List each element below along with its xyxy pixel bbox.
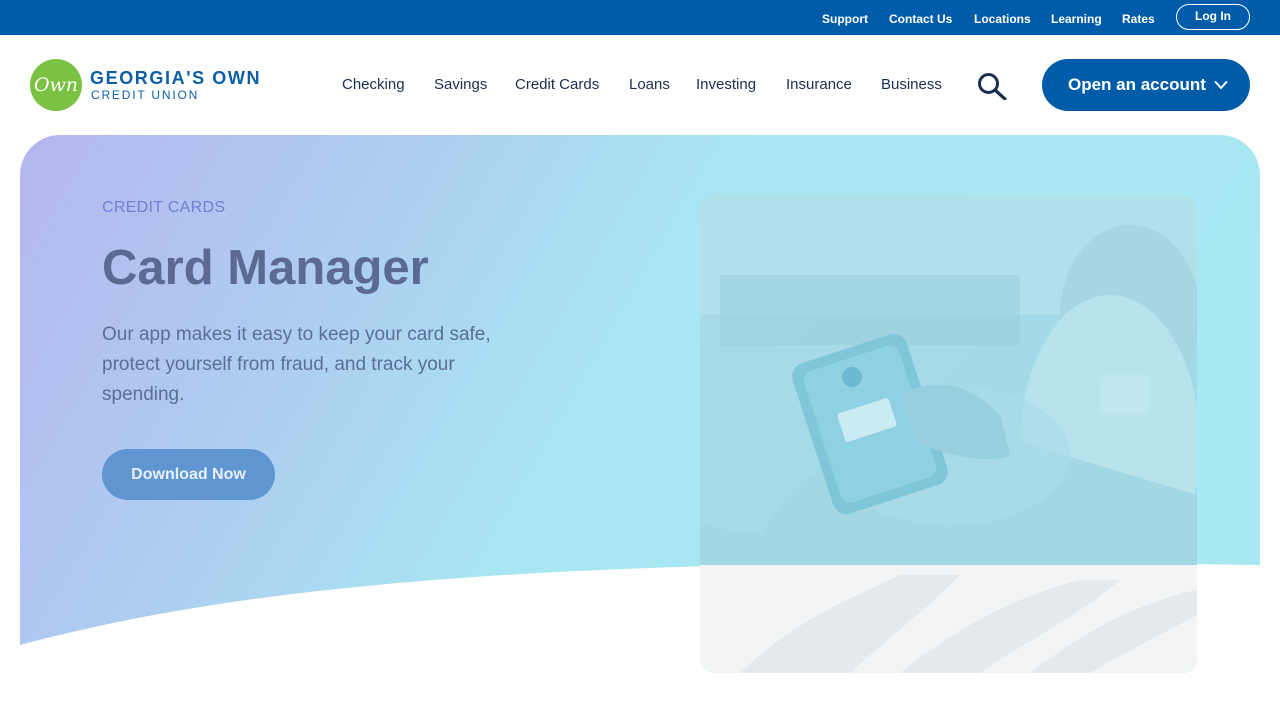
login-button[interactable]: Log In xyxy=(1176,4,1250,30)
open-account-label: Open an account xyxy=(1068,75,1206,94)
logo-badge: Own xyxy=(30,59,82,111)
utility-link-learning[interactable]: Learning xyxy=(1051,12,1102,26)
hero-photo xyxy=(700,195,1197,673)
logo-badge-text: Own xyxy=(33,74,79,96)
chevron-down-icon xyxy=(1214,81,1228,89)
nav-item-credit-cards[interactable]: Credit Cards xyxy=(515,76,599,93)
page-title: Card Manager xyxy=(102,241,429,295)
nav-item-loans[interactable]: Loans xyxy=(629,76,670,93)
nav-item-checking[interactable]: Checking xyxy=(342,76,405,93)
logo-subtitle: CREDIT UNION xyxy=(91,88,200,102)
nav-item-savings[interactable]: Savings xyxy=(434,76,487,93)
utility-link-locations[interactable]: Locations xyxy=(974,12,1031,26)
main-header: Own GEORGIA'S OWN CREDIT UNION Checking … xyxy=(0,35,1280,135)
hero-eyebrow: CREDIT CARDS xyxy=(102,199,226,216)
download-now-button[interactable]: Download Now xyxy=(102,449,275,500)
utility-link-contact-us[interactable]: Contact Us xyxy=(889,12,952,26)
utility-link-rates[interactable]: Rates xyxy=(1122,12,1155,26)
nav-item-investing[interactable]: Investing xyxy=(696,76,756,93)
nav-item-business[interactable]: Business xyxy=(881,76,942,93)
search-icon[interactable] xyxy=(977,72,1007,100)
phone-in-hand-image xyxy=(700,195,1197,673)
utility-link-support[interactable]: Support xyxy=(822,12,868,26)
nav-item-insurance[interactable]: Insurance xyxy=(786,76,852,93)
hero-description: Our app makes it easy to keep your card … xyxy=(102,324,491,405)
logo-wordmark: GEORGIA'S OWN xyxy=(90,68,262,88)
utility-bar: Support Contact Us Locations Learning Ra… xyxy=(0,0,1280,35)
open-account-button[interactable]: Open an account xyxy=(1042,59,1250,111)
